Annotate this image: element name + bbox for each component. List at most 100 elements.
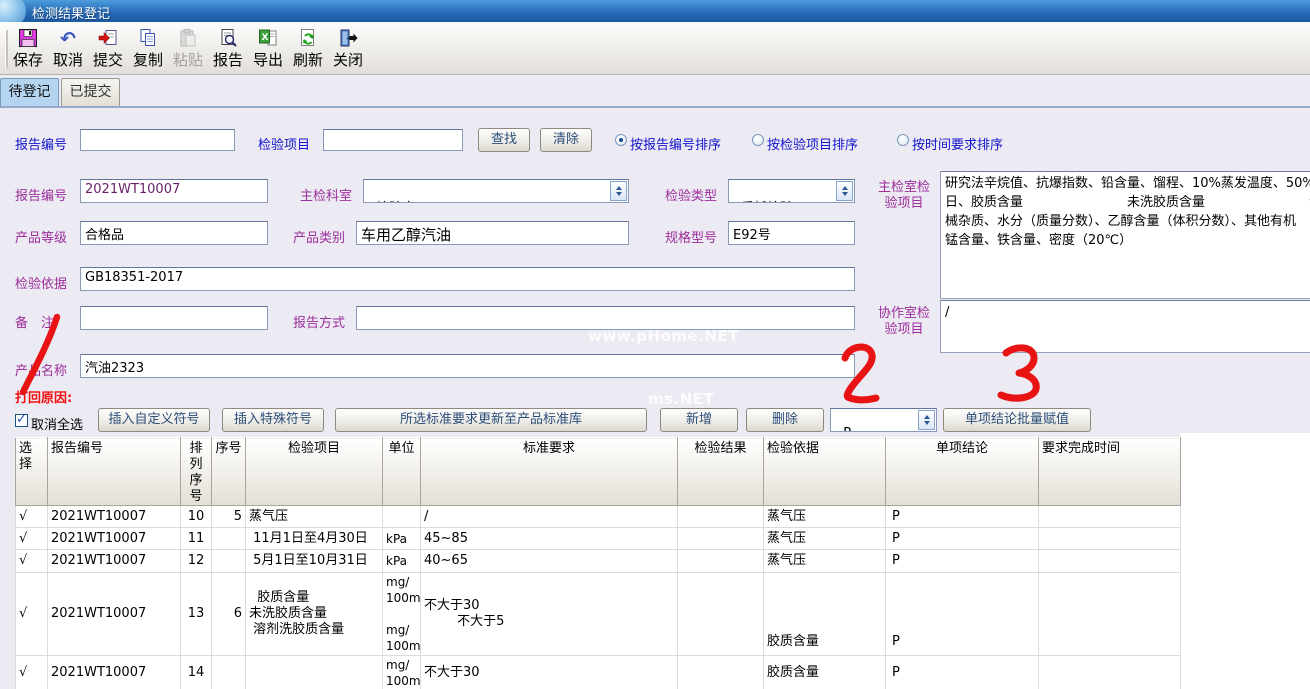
search-report-no-input[interactable] [80, 129, 235, 151]
cell-unit[interactable]: kPa [383, 528, 421, 550]
col-conclusion[interactable]: 单项结论 [886, 438, 1039, 506]
cell-item[interactable]: 11月1日至4月30日 [246, 528, 383, 550]
cell-item[interactable]: 5月1日至10月31日 [246, 550, 383, 573]
col-basis[interactable]: 检验依据 [764, 438, 886, 506]
export-button[interactable]: X 导出 [248, 27, 288, 71]
col-item[interactable]: 检验项目 [246, 438, 383, 506]
cell-order-no[interactable]: 10 [181, 506, 212, 528]
cell-deadline[interactable] [1039, 506, 1181, 528]
cell-result[interactable] [678, 656, 764, 689]
basis-field[interactable]: GB18351-2017 [80, 267, 855, 291]
add-button[interactable]: 新增 [660, 408, 738, 432]
main-items-textarea[interactable]: 研究法辛烷值、抗爆指数、铅含量、馏程、10%蒸发温度、50%蒸 日、胶质含量 未… [940, 171, 1310, 299]
refresh-button[interactable]: 刷新 [288, 27, 328, 71]
insert-custom-symbol-button[interactable]: 插入自定义符号 [98, 408, 210, 432]
find-button[interactable]: 查找 [478, 128, 530, 152]
row-check[interactable]: √ [16, 506, 48, 528]
cell-seq[interactable] [212, 656, 246, 689]
cell-deadline[interactable] [1039, 528, 1181, 550]
delete-button[interactable]: 删除 [746, 408, 824, 432]
search-item-input[interactable] [323, 129, 463, 151]
report-button[interactable]: 报告 [208, 27, 248, 71]
cell-basis[interactable]: 蒸气压 [764, 550, 886, 573]
grid-row[interactable]: √ 2021WT10007 13 6 胶质含量 未洗胶质含量 溶剂洗胶质含量 m… [16, 573, 1181, 656]
test-type-combo[interactable]: 委托检验 [728, 179, 855, 203]
product-name-field[interactable]: 汽油2323 [80, 354, 855, 378]
cell-standard[interactable]: / [421, 506, 678, 528]
cell-unit[interactable]: mg/ 100mL mg/ 100mL [383, 573, 421, 656]
cell-unit[interactable] [383, 506, 421, 528]
cell-item[interactable] [246, 656, 383, 689]
cancel-button[interactable]: ↶ 取消 [48, 27, 88, 71]
cell-order-no[interactable]: 12 [181, 550, 212, 573]
cell-report-no[interactable]: 2021WT10007 [48, 656, 181, 689]
cell-standard[interactable]: 40~65 [421, 550, 678, 573]
spinner-icon[interactable] [836, 181, 853, 201]
tab-submitted[interactable]: 已提交 [61, 78, 120, 106]
batch-assign-button[interactable]: 单项结论批量赋值 [943, 408, 1091, 432]
update-standard-button[interactable]: 所选标准要求更新至产品标准库 [335, 408, 647, 432]
cell-order-no[interactable]: 14 [181, 656, 212, 689]
sort-by-time-radio[interactable] [897, 134, 909, 146]
cell-standard[interactable]: 不大于30 不大于5 [421, 573, 678, 656]
col-select[interactable]: 选择 [16, 438, 48, 506]
cell-basis[interactable]: 蒸气压 [764, 528, 886, 550]
cell-conclusion[interactable]: P [886, 550, 1039, 573]
submit-button[interactable]: 提交 [88, 27, 128, 71]
row-check[interactable]: √ [16, 528, 48, 550]
report-no-field[interactable]: 2021WT10007 [80, 179, 268, 203]
cell-deadline[interactable] [1039, 573, 1181, 656]
grade-field[interactable]: 合格品 [80, 221, 268, 245]
grid-row[interactable]: √ 2021WT10007 10 5 蒸气压 / 蒸气压 P [16, 506, 1181, 528]
grid-row[interactable]: √ 2021WT10007 14 mg/ 100mL 不大于30 胶质含量 P [16, 656, 1181, 689]
cell-order-no[interactable]: 13 [181, 573, 212, 656]
cell-conclusion[interactable]: P [886, 573, 1039, 656]
cell-seq[interactable]: 6 [212, 573, 246, 656]
cell-seq[interactable] [212, 550, 246, 573]
cell-standard[interactable]: 不大于30 [421, 656, 678, 689]
cell-report-no[interactable]: 2021WT10007 [48, 573, 181, 656]
remark-field[interactable] [80, 306, 268, 330]
grid-row[interactable]: √ 2021WT10007 12 5月1日至10月31日 kPa 40~65 蒸… [16, 550, 1181, 573]
cell-report-no[interactable]: 2021WT10007 [48, 506, 181, 528]
cell-basis[interactable]: 蒸气压 [764, 506, 886, 528]
tab-pending[interactable]: 待登记 [0, 78, 59, 106]
row-check[interactable]: √ [16, 573, 48, 656]
col-seq[interactable]: 序号 [212, 438, 246, 506]
cell-result[interactable] [678, 506, 764, 528]
col-deadline[interactable]: 要求完成时间 [1039, 438, 1181, 506]
cell-conclusion[interactable]: P [886, 528, 1039, 550]
cell-conclusion[interactable]: P [886, 656, 1039, 689]
cell-unit[interactable]: mg/ 100mL [383, 656, 421, 689]
cell-basis[interactable]: 胶质含量 [764, 573, 886, 656]
coop-items-textarea[interactable]: / [940, 300, 1310, 353]
col-standard[interactable]: 标准要求 [421, 438, 678, 506]
category-field[interactable]: 车用乙醇汽油 [356, 221, 629, 245]
row-check[interactable]: √ [16, 550, 48, 573]
cell-basis[interactable]: 胶质含量 [764, 656, 886, 689]
cell-report-no[interactable]: 2021WT10007 [48, 528, 181, 550]
close-button[interactable]: 关闭 [328, 27, 368, 71]
spinner-icon[interactable] [918, 410, 935, 430]
cell-standard[interactable]: 45~85 [421, 528, 678, 550]
insert-special-symbol-button[interactable]: 插入特殊符号 [222, 408, 324, 432]
cell-item[interactable]: 蒸气压 [246, 506, 383, 528]
row-check[interactable]: √ [16, 656, 48, 689]
cell-order-no[interactable]: 11 [181, 528, 212, 550]
col-unit[interactable]: 单位 [383, 438, 421, 506]
conclusion-combo[interactable]: P [830, 408, 937, 432]
col-report-no[interactable]: 报告编号 [48, 438, 181, 506]
grid-row[interactable]: √ 2021WT10007 11 11月1日至4月30日 kPa 45~85 蒸… [16, 528, 1181, 550]
cell-report-no[interactable]: 2021WT10007 [48, 550, 181, 573]
sort-by-report-no-radio[interactable] [615, 134, 627, 146]
cell-result[interactable] [678, 528, 764, 550]
clear-button[interactable]: 清除 [540, 128, 592, 152]
col-order-no[interactable]: 排列 序号 [181, 438, 212, 506]
cell-seq[interactable]: 5 [212, 506, 246, 528]
cell-conclusion[interactable]: P [886, 506, 1039, 528]
cell-result[interactable] [678, 550, 764, 573]
cell-item[interactable]: 胶质含量 未洗胶质含量 溶剂洗胶质含量 [246, 573, 383, 656]
main-dept-combo[interactable]: 检验室 [363, 179, 629, 203]
cell-seq[interactable] [212, 528, 246, 550]
copy-button[interactable]: 复制 [128, 27, 168, 71]
